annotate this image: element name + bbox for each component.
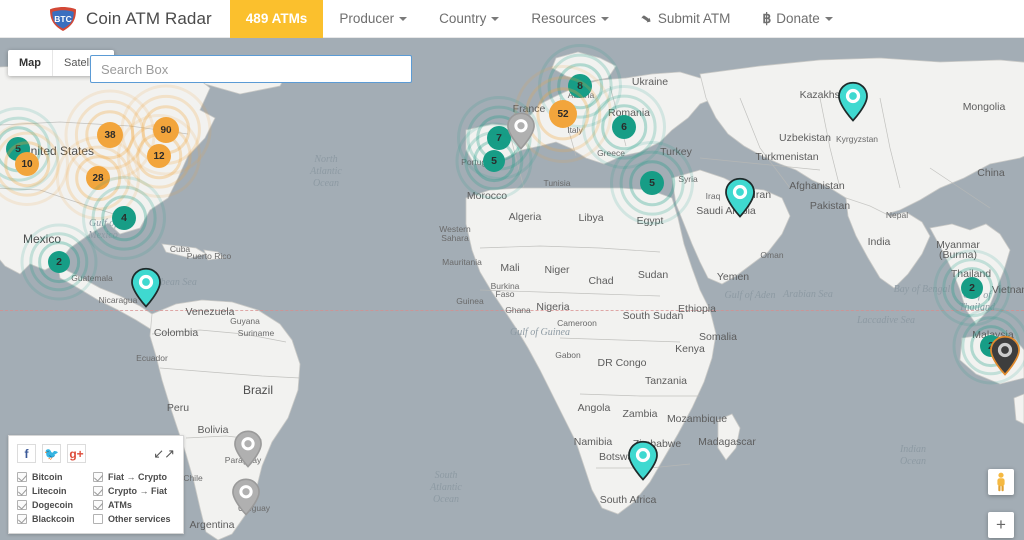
- svg-text:BTC: BTC: [54, 14, 71, 24]
- atm-count-badge[interactable]: 489 ATMs: [229, 0, 324, 38]
- cluster-count: 12: [153, 150, 165, 162]
- map-cluster-marker[interactable]: 6: [582, 85, 666, 169]
- checkbox-other-services[interactable]: [93, 514, 103, 524]
- checkbox-fiat-crypto[interactable]: [93, 472, 103, 482]
- map-cluster-marker[interactable]: 10: [0, 122, 69, 206]
- checkbox-bitcoin[interactable]: [17, 472, 27, 482]
- map-cluster-marker[interactable]: 2: [20, 223, 98, 301]
- brand-name: Coin ATM Radar: [86, 8, 212, 28]
- pushpin-icon: ➦: [637, 8, 656, 28]
- cluster-count: 52: [557, 108, 569, 120]
- legend-filter-row[interactable]: ATMs: [93, 500, 175, 510]
- legend-filter-label: Other services: [108, 514, 171, 524]
- legend-filters: Bitcoin Fiat → Crypto Litecoin Crypto → Fia…: [17, 472, 175, 524]
- legend-header: f 🐦 g+ ↙↗: [17, 444, 175, 463]
- chevron-down-icon: [824, 16, 833, 21]
- map-canvas[interactable]: United States Mexico Guatemala Nicaragua Cub…: [0, 38, 1024, 540]
- legend-filter-label: Fiat → Crypto: [108, 472, 168, 482]
- nav-item-donate[interactable]: ฿ Donate: [746, 0, 848, 38]
- collapse-icon[interactable]: ↙↗: [153, 444, 175, 463]
- facebook-icon[interactable]: f: [17, 444, 36, 463]
- map-cluster-marker[interactable]: 4: [82, 176, 166, 260]
- street-view-pegman[interactable]: [988, 469, 1014, 495]
- nav-item-producer[interactable]: Producer: [323, 0, 423, 38]
- map-location-pin[interactable]: [838, 81, 868, 123]
- cluster-count: 4: [121, 212, 127, 224]
- nav-item-producer-label: Producer: [339, 11, 395, 26]
- map-location-pin[interactable]: [628, 440, 658, 482]
- zoom-in-button[interactable]: +: [988, 512, 1014, 538]
- checkbox-dogecoin[interactable]: [17, 500, 27, 510]
- checkbox-blackcoin[interactable]: [17, 514, 27, 524]
- legend-filter-label: Bitcoin: [32, 472, 63, 482]
- chevron-down-icon: [600, 16, 609, 21]
- map-location-pin[interactable]: [232, 478, 260, 516]
- nav-item-submit-atm[interactable]: ➦ Submit ATM: [625, 0, 746, 38]
- chevron-down-icon: [399, 16, 408, 21]
- nav-item-country[interactable]: Country: [423, 0, 515, 38]
- brand-logo[interactable]: BTC Coin ATM Radar: [48, 0, 212, 38]
- legend-filter-label: Crypto → Fiat: [108, 486, 168, 496]
- map-location-pin[interactable]: [507, 112, 535, 150]
- map-cluster-marker[interactable]: 5: [610, 141, 694, 225]
- cluster-count: 5: [491, 155, 497, 167]
- checkbox-crypto-fiat[interactable]: [93, 486, 103, 496]
- map-location-pin[interactable]: [725, 177, 755, 219]
- btc-shield-icon: BTC: [48, 6, 78, 32]
- social-buttons: f 🐦 g+: [17, 444, 86, 463]
- search-box[interactable]: [90, 55, 412, 83]
- nav-links: Producer Country Resources ➦ Submit ATM …: [323, 0, 849, 38]
- legend-filter-row[interactable]: Crypto → Fiat: [93, 486, 175, 496]
- legend-filter-row[interactable]: Bitcoin: [17, 472, 89, 482]
- nav-item-submit-atm-label: Submit ATM: [657, 11, 731, 26]
- legend-filter-label: Dogecoin: [32, 500, 74, 510]
- map-type-map[interactable]: Map: [8, 50, 52, 76]
- map-cluster-marker[interactable]: 52: [514, 65, 612, 163]
- legend-filter-label: ATMs: [108, 500, 132, 510]
- legend-filter-row[interactable]: Other services: [93, 514, 175, 524]
- legend-filter-row[interactable]: Blackcoin: [17, 514, 89, 524]
- map-cluster-marker[interactable]: 2: [933, 249, 1011, 327]
- map-location-pin[interactable]: [990, 335, 1020, 377]
- search-input[interactable]: [101, 61, 401, 77]
- legend-filter-label: Litecoin: [32, 486, 67, 496]
- nav-item-donate-label: Donate: [776, 11, 820, 26]
- cluster-count: 5: [649, 177, 655, 189]
- map-location-pin[interactable]: [131, 267, 161, 309]
- chevron-down-icon: [491, 16, 500, 21]
- googleplus-icon[interactable]: g+: [67, 444, 86, 463]
- legend-filter-row[interactable]: Dogecoin: [17, 500, 89, 510]
- twitter-icon[interactable]: 🐦: [42, 444, 61, 463]
- bitcoin-icon: ฿: [762, 10, 772, 26]
- map-cluster-marker[interactable]: 5: [455, 122, 533, 200]
- cluster-count: 2: [56, 256, 62, 268]
- cluster-count: 10: [21, 158, 33, 170]
- cluster-count: 2: [969, 282, 975, 294]
- nav-item-resources-label: Resources: [531, 11, 596, 26]
- legend-panel: f 🐦 g+ ↙↗ Bitcoin Fiat → Crypto Litecoin Cr…: [8, 435, 184, 534]
- cluster-count: 6: [621, 121, 627, 133]
- checkbox-litecoin[interactable]: [17, 486, 27, 496]
- checkbox-atms[interactable]: [93, 500, 103, 510]
- map-cluster-marker[interactable]: 12: [117, 114, 201, 198]
- equator-line: [0, 310, 1024, 311]
- top-navbar: BTC Coin ATM Radar 489 ATMs Producer Cou…: [0, 0, 1024, 38]
- page-root: BTC Coin ATM Radar 489 ATMs Producer Cou…: [0, 0, 1024, 540]
- map-location-pin[interactable]: [234, 430, 262, 468]
- legend-filter-label: Blackcoin: [32, 514, 75, 524]
- legend-filter-row[interactable]: Fiat → Crypto: [93, 472, 175, 482]
- nav-item-country-label: Country: [439, 11, 487, 26]
- nav-item-resources[interactable]: Resources: [515, 0, 625, 38]
- legend-filter-row[interactable]: Litecoin: [17, 486, 89, 496]
